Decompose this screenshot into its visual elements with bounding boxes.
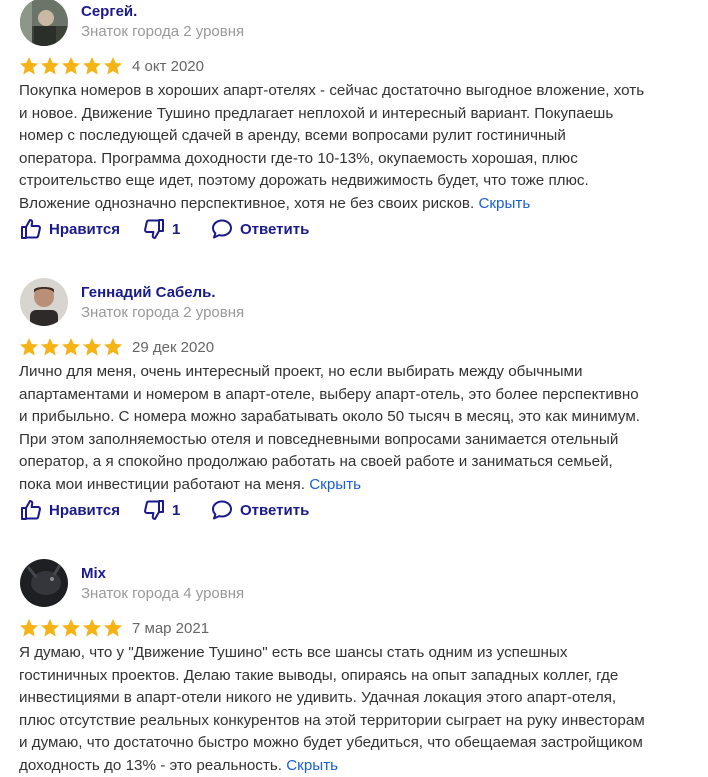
star-icon: [40, 56, 60, 76]
rating-stars: [19, 618, 123, 638]
dislike-count: 1: [172, 502, 180, 519]
like-button[interactable]: Нравится: [19, 217, 120, 241]
reviewer-level: Знаток города 2 уровня: [81, 23, 244, 40]
review-text: Покупка номеров в хороших апарт-отелях -…: [19, 80, 691, 215]
reviewer-level: Знаток города 2 уровня: [81, 304, 244, 321]
thumb-down-icon: [142, 498, 166, 522]
review-text-line: доходность до 13% - это реальность. Скры…: [19, 755, 691, 777]
review-text-line: и прибыльно. С номера можно зарабатывать…: [19, 406, 691, 429]
star-icon: [19, 337, 39, 357]
star-icon: [82, 337, 102, 357]
review-text-line: номер с последующей сдачей в аренду, все…: [19, 125, 691, 148]
star-icon: [82, 56, 102, 76]
review-date: 29 дек 2020: [132, 339, 214, 356]
review-text-line: апартаментами и номером в апарт-отеле, в…: [19, 384, 691, 407]
star-icon: [61, 337, 81, 357]
dislike-count: 1: [172, 221, 180, 238]
dislike-button[interactable]: 1: [142, 217, 180, 241]
star-icon: [19, 618, 39, 638]
comment-bubble-icon: [210, 217, 234, 241]
thumb-down-icon: [142, 217, 166, 241]
review-text-last: доходность до 13% - это реальность.: [19, 757, 282, 774]
review-text-line: оператор, а я спокойно продолжаю работат…: [19, 451, 691, 474]
review-text-line: пока мои инвестиции работают на меня. Ск…: [19, 474, 691, 497]
review-text-line: Покупка номеров в хороших апарт-отелях -…: [19, 80, 691, 103]
reply-label: Ответить: [240, 221, 309, 238]
like-label: Нравится: [49, 502, 120, 519]
review-text-line: строительство еще идет, поэтому дорожать…: [19, 170, 691, 193]
star-icon: [40, 337, 60, 357]
thumb-up-icon: [19, 217, 43, 241]
star-icon: [61, 618, 81, 638]
avatar[interactable]: [20, 0, 68, 46]
rating-stars: [19, 337, 123, 357]
review-text-line: и думаю, что достаточно быстро можно буд…: [19, 732, 691, 755]
star-icon: [103, 56, 123, 76]
reviewer-name[interactable]: Геннадий Сабель.: [81, 284, 216, 301]
review-text-line: инвестициями в апарт-отели никого не уди…: [19, 687, 691, 710]
hide-link[interactable]: Скрыть: [286, 757, 338, 774]
avatar[interactable]: [20, 559, 68, 607]
star-icon: [82, 618, 102, 638]
reply-button[interactable]: Ответить: [210, 498, 309, 522]
reply-label: Ответить: [240, 502, 309, 519]
star-icon: [103, 618, 123, 638]
review-text-line: Лично для меня, очень интересный проект,…: [19, 361, 691, 384]
hide-link[interactable]: Скрыть: [309, 476, 361, 493]
star-icon: [61, 56, 81, 76]
review-text-line: гостиничных проектов. Делаю такие выводы…: [19, 665, 691, 688]
review-text-last: пока мои инвестиции работают на меня.: [19, 476, 305, 493]
star-icon: [19, 56, 39, 76]
reply-button[interactable]: Ответить: [210, 217, 309, 241]
reviewer-name[interactable]: Mix: [81, 565, 106, 582]
review-text-line: Я думаю, что у "Движение Тушино" есть вс…: [19, 642, 691, 665]
review-date: 4 окт 2020: [132, 58, 204, 75]
review-text: Лично для меня, очень интересный проект,…: [19, 361, 691, 496]
rating-stars: [19, 56, 123, 76]
review-text-last: Вложение однозначно перспективное, хотя …: [19, 195, 474, 212]
review-text-line: При этом заполняемостью отеля и повседне…: [19, 429, 691, 452]
hide-link[interactable]: Скрыть: [478, 195, 530, 212]
comment-bubble-icon: [210, 498, 234, 522]
star-icon: [103, 337, 123, 357]
thumb-up-icon: [19, 498, 43, 522]
reviewer-level: Знаток города 4 уровня: [81, 585, 244, 602]
review-text-line: Вложение однозначно перспективное, хотя …: [19, 193, 691, 216]
review-date: 7 мар 2021: [132, 620, 209, 637]
reviewer-name[interactable]: Сергей.: [81, 3, 137, 20]
dislike-button[interactable]: 1: [142, 498, 180, 522]
review-text: Я думаю, что у "Движение Тушино" есть вс…: [19, 642, 691, 777]
review-text-line: плюс отсутствие реальных конкурентов на …: [19, 710, 691, 733]
review-text-line: оператора. Программа доходности где-то 1…: [19, 148, 691, 171]
like-label: Нравится: [49, 221, 120, 238]
like-button[interactable]: Нравится: [19, 498, 120, 522]
avatar[interactable]: [20, 278, 68, 326]
star-icon: [40, 618, 60, 638]
review-text-line: и новое. Движение Тушино предлагает непл…: [19, 103, 691, 126]
